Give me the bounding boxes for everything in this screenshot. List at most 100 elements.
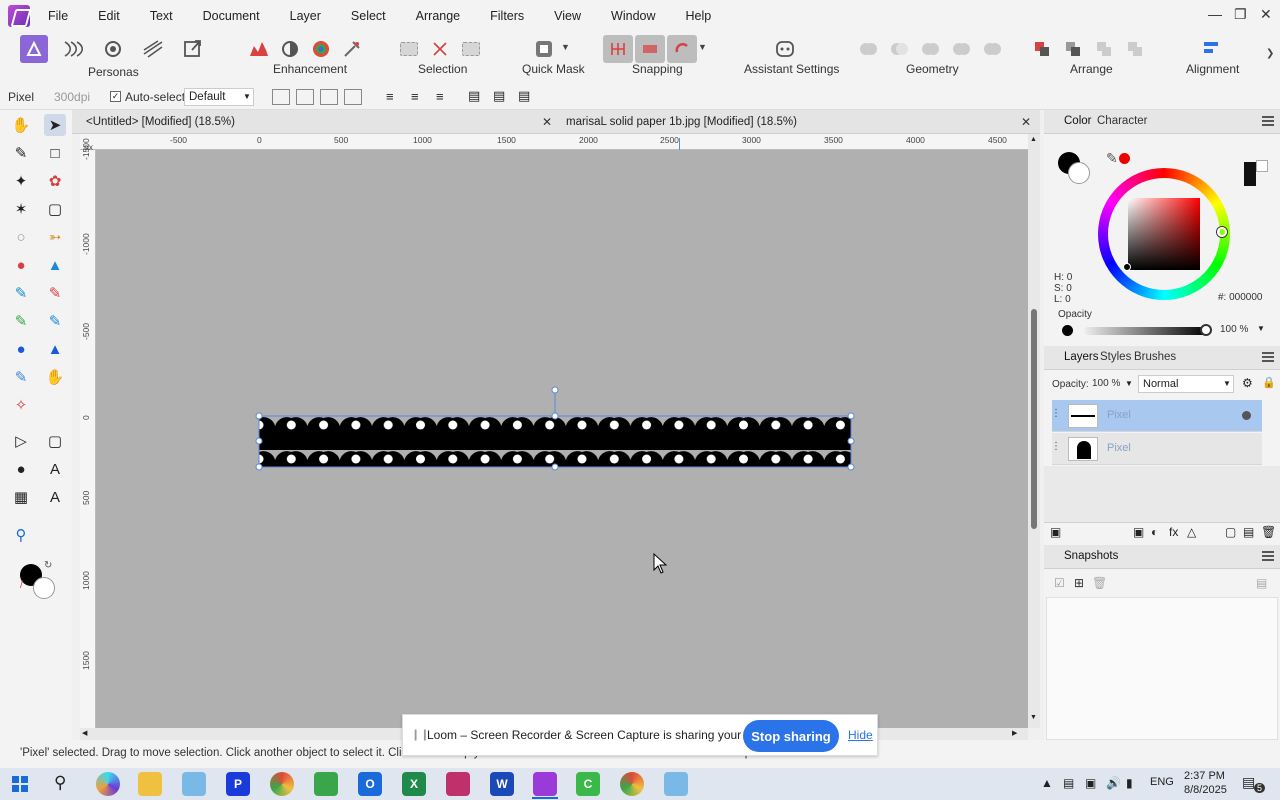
tab-styles[interactable]: Styles [1100, 351, 1131, 363]
align-left-icon[interactable]: ≡ [386, 89, 394, 104]
center-origin-icon[interactable] [320, 89, 338, 105]
layer-settings-icon[interactable]: ⚙ [1242, 376, 1253, 390]
handle-middle-right[interactable] [847, 437, 855, 445]
grid-origin-icon[interactable] [344, 89, 362, 105]
handle-middle-left[interactable] [255, 437, 263, 445]
clone-brush-tool-icon[interactable]: ✎ [44, 310, 66, 332]
close-window-icon[interactable]: ✕ [1260, 6, 1272, 23]
menu-window[interactable]: Window [611, 9, 655, 23]
geometry-divide-icon[interactable] [979, 36, 1005, 62]
tab-brushes[interactable]: Brushes [1134, 351, 1176, 363]
flood-fill-tool-icon[interactable]: ▲ [44, 254, 66, 276]
snapshot-options-icon[interactable]: ▤ [1256, 576, 1267, 590]
eyedropper-icon[interactable]: ✎ [1106, 150, 1118, 167]
minimize-icon[interactable]: — [1208, 6, 1222, 22]
move-back-one-icon[interactable] [1060, 36, 1086, 62]
artistic-text-tool-icon[interactable]: A [44, 458, 66, 480]
menu-filters[interactable]: Filters [490, 9, 524, 23]
smudge-tool-icon[interactable]: ✎ [10, 366, 32, 388]
quick-mask-dropdown-icon[interactable]: ▼ [561, 42, 570, 52]
menu-arrange[interactable]: Arrange [416, 9, 460, 23]
sl-handle[interactable] [1123, 263, 1131, 271]
duplicate-layer-icon[interactable]: ▤ [1243, 525, 1254, 539]
vertical-scroll-thumb[interactable] [1031, 309, 1037, 529]
snapping-magnet-icon[interactable] [667, 35, 697, 63]
develop-persona-icon[interactable] [100, 36, 126, 62]
move-tool-icon[interactable]: ➤ [44, 114, 66, 136]
select-all-icon[interactable] [396, 36, 422, 62]
restore-snapshot-icon[interactable]: ☑ [1054, 576, 1065, 590]
auto-select-checkbox[interactable]: ✓ [110, 91, 121, 102]
lock-icon[interactable]: 🔒 [1262, 376, 1276, 389]
snipping-tool-icon[interactable] [664, 772, 688, 796]
view-tool-icon[interactable]: ✋ [10, 114, 32, 136]
add-snapshot-icon[interactable]: ⊞ [1074, 576, 1084, 590]
layer-row[interactable]: ⋮ Pixel [1051, 433, 1262, 465]
file-explorer-icon[interactable] [138, 772, 162, 796]
tab-layers[interactable]: Layers [1064, 351, 1099, 363]
chevron-down-icon[interactable]: ▼ [1125, 379, 1133, 388]
bounding-box-icon[interactable] [296, 89, 314, 105]
move-to-back-icon[interactable] [1029, 36, 1055, 62]
snapping-toggle-icon[interactable] [603, 35, 633, 63]
document-canvas[interactable] [96, 150, 1028, 728]
menu-document[interactable]: Document [203, 9, 260, 23]
menu-help[interactable]: Help [686, 9, 712, 23]
tab-snapshots[interactable]: Snapshots [1064, 550, 1118, 562]
layer-drag-handle-icon[interactable]: ⋮ [1051, 441, 1061, 452]
chevron-down-icon[interactable]: ▼ [1257, 324, 1265, 333]
hex-value[interactable]: #: 000000 [1218, 292, 1263, 303]
auto-colors-icon[interactable] [308, 36, 334, 62]
geometry-intersect-icon[interactable] [917, 36, 943, 62]
crop-tool-icon[interactable]: □ [44, 142, 66, 164]
volume-icon[interactable]: 🔊 [1106, 776, 1121, 790]
flood-select-tool-icon[interactable]: ✿ [44, 170, 66, 192]
auto-select-dropdown[interactable]: Default ▼ [184, 88, 254, 106]
menu-view[interactable]: View [554, 9, 581, 23]
paint-brush-tool-icon[interactable]: ● [10, 254, 32, 276]
layer-row-selected[interactable]: ⋮ Pixel [1051, 400, 1262, 432]
zoom-tool-icon[interactable]: ⚲ [10, 524, 32, 546]
node-tool-icon[interactable]: ▷ [10, 430, 32, 452]
word-icon[interactable]: W [490, 772, 514, 796]
color-picker-tool-icon[interactable]: ✎ [10, 142, 32, 164]
color-mode-swatch[interactable] [1244, 162, 1256, 174]
affinity-photo-icon[interactable] [533, 772, 557, 796]
tab-untitled[interactable]: <Untitled> [Modified] (18.5%) [86, 110, 235, 134]
ellipse-marquee-tool-icon[interactable]: ○ [10, 226, 32, 248]
vertical-scrollbar[interactable]: ▲ ▼ [1028, 134, 1040, 728]
tab-character[interactable]: Character [1097, 115, 1148, 127]
language-indicator[interactable]: ENG [1150, 776, 1174, 788]
tone-mapping-persona-icon[interactable] [140, 36, 166, 62]
auto-contrast-icon[interactable] [277, 36, 303, 62]
ellipse-tool-icon[interactable]: ● [10, 458, 32, 480]
pixel-layer-icon[interactable]: △ [1187, 525, 1196, 539]
meet-icon[interactable]: ▣ [1085, 776, 1096, 790]
rectangle-marquee-tool-icon[interactable]: ▢ [44, 198, 66, 220]
transform-origin-icon[interactable] [272, 89, 290, 105]
publisher-icon[interactable]: P [226, 772, 250, 796]
align-bottom-icon[interactable]: ▤ [518, 88, 530, 104]
auto-white-balance-icon[interactable] [339, 36, 365, 62]
saturation-lightness-square[interactable] [1128, 198, 1200, 270]
network-icon[interactable]: ▤ [1063, 776, 1074, 790]
opacity-slider[interactable] [1084, 327, 1208, 335]
erase-brush-tool-icon[interactable]: ✎ [10, 282, 32, 304]
handle-top-center[interactable] [551, 412, 559, 420]
adjustment-icon[interactable]: ◐ [1151, 525, 1158, 539]
outlook-icon[interactable]: O [358, 772, 382, 796]
layer-visibility-icon[interactable] [1242, 411, 1251, 420]
align-middle-icon[interactable]: ▤ [493, 88, 505, 104]
snapping-grid-icon[interactable] [635, 35, 665, 63]
align-top-icon[interactable]: ▤ [468, 88, 480, 104]
tab-marisal-solid-paper[interactable]: marisaL solid paper 1b.jpg [Modified] (1… [566, 110, 797, 134]
invert-selection-icon[interactable] [458, 36, 484, 62]
sheets-icon[interactable] [314, 772, 338, 796]
scroll-down-icon[interactable]: ▼ [1030, 714, 1037, 721]
magic-wand-tool-icon[interactable]: ✶ [10, 198, 32, 220]
export-persona-icon[interactable] [180, 36, 206, 62]
geometry-xor-icon[interactable] [948, 36, 974, 62]
liquify-persona-icon[interactable] [60, 36, 86, 62]
close-tab-icon[interactable]: ✕ [542, 115, 552, 129]
mesh-warp-tool-icon[interactable]: ▦ [10, 486, 32, 508]
